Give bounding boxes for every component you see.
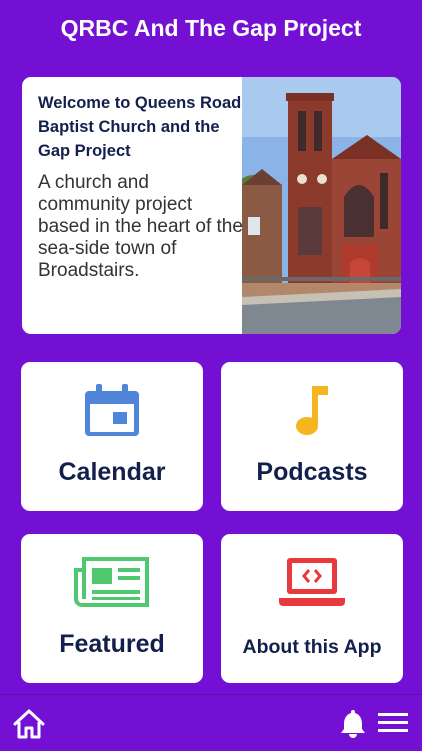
app-header: QRBC And The Gap Project: [0, 0, 422, 56]
home-icon[interactable]: [13, 709, 45, 744]
calendar-label: Calendar: [58, 458, 166, 486]
podcasts-label: Podcasts: [256, 458, 368, 486]
calendar-tile[interactable]: Calendar: [21, 362, 203, 511]
featured-tile[interactable]: Featured: [21, 534, 203, 683]
laptop-code-icon: [279, 556, 345, 613]
newspaper-icon: [74, 556, 150, 613]
podcasts-tile[interactable]: Podcasts: [221, 362, 403, 511]
welcome-text-block: Welcome to Queens Road Baptist Church an…: [38, 91, 243, 282]
welcome-title: Welcome to Queens Road Baptist Church an…: [38, 94, 242, 160]
featured-label: Featured: [59, 630, 165, 658]
music-note-icon: [292, 384, 332, 443]
bell-icon[interactable]: [340, 708, 366, 743]
about-app-label: About this App: [242, 636, 382, 658]
app-title: QRBC And The Gap Project: [60, 14, 362, 41]
church-photo: [242, 77, 401, 334]
menu-icon[interactable]: [378, 713, 408, 738]
welcome-description: A church and community project based in …: [38, 172, 243, 281]
about-app-tile[interactable]: About this App: [221, 534, 403, 683]
calendar-icon: [83, 384, 141, 443]
welcome-card: Welcome to Queens Road Baptist Church an…: [22, 77, 401, 334]
bottom-toolbar: [0, 694, 422, 751]
